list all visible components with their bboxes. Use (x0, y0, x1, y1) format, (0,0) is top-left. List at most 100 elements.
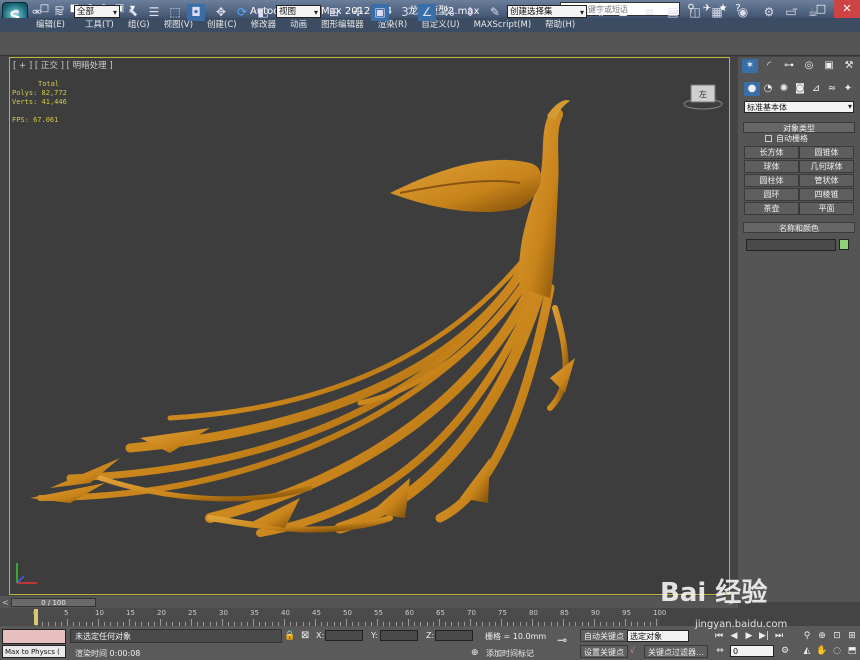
tube-button[interactable]: 管状体 (799, 174, 854, 187)
object-category-select[interactable]: 标准基本体 (744, 101, 854, 113)
play-icon[interactable]: ▶ (742, 630, 756, 643)
object-color-swatch[interactable] (839, 239, 849, 250)
viewcube-icon[interactable]: 左 (682, 80, 724, 110)
teapot-button[interactable]: 茶壶 (744, 202, 799, 215)
reference-coordinate-select[interactable]: 视图 (276, 5, 321, 19)
auto-key-button[interactable]: 自动关键点 (580, 629, 628, 642)
render-setup-icon[interactable]: ⚙ (760, 4, 778, 21)
named-selection-select[interactable]: 创建选择集 (507, 5, 587, 19)
zoom-extents-icon[interactable]: ⊡ (830, 630, 844, 643)
pyramid-button[interactable]: 四棱锥 (799, 188, 854, 201)
bind-space-warp-icon[interactable]: ≋ (50, 4, 68, 21)
space-warps-icon[interactable]: ≈ (824, 82, 840, 96)
object-name-input[interactable] (746, 239, 836, 251)
align-icon[interactable]: ⊏ (614, 4, 632, 21)
time-slider-thumb[interactable]: 0 / 100 (11, 598, 96, 607)
edit-named-selection-icon[interactable]: ✎ (486, 4, 504, 21)
cylinder-button[interactable]: 圆柱体 (744, 174, 799, 187)
selection-lock-icon[interactable]: 🔒 (284, 631, 295, 641)
go-to-start-icon[interactable]: ⏮ (712, 630, 726, 643)
menu-help[interactable]: 帮助(H) (545, 18, 575, 32)
maxscript-listener-mini[interactable] (2, 629, 66, 644)
close-button[interactable]: ✕ (834, 0, 860, 18)
z-coordinate-input[interactable] (435, 630, 473, 641)
key-mode-icon[interactable]: ⇔ (713, 645, 727, 658)
menu-tools[interactable]: 工具(T) (85, 18, 114, 32)
angle-snap-icon[interactable]: ∠ (418, 4, 436, 21)
systems-icon[interactable]: ✦ (840, 82, 856, 96)
render-icon[interactable]: ☕ (804, 4, 822, 21)
snaps-toggle-icon[interactable]: 3 (396, 4, 414, 21)
torus-button[interactable]: 圆环 (744, 188, 799, 201)
key-icon[interactable]: ⊸ (557, 633, 567, 647)
display-tab-icon[interactable]: ▣ (821, 59, 837, 73)
window-crossing-icon[interactable]: ◘ (187, 4, 205, 21)
absolute-mode-icon[interactable]: ⊠ (301, 630, 309, 641)
geometry-icon[interactable]: ● (744, 82, 760, 96)
key-filters-button[interactable]: 关键点过滤器... (644, 645, 708, 658)
previous-frame-icon[interactable]: ◀ (727, 630, 741, 643)
move-icon[interactable]: ✥ (212, 4, 230, 21)
cameras-icon[interactable]: ◙ (792, 82, 808, 96)
keyboard-shortcut-override-icon[interactable]: ▣ (371, 4, 389, 21)
unlink-icon[interactable]: ⚮ (28, 4, 46, 21)
name-color-rollout-header[interactable]: 名称和颜色 (743, 222, 855, 233)
go-to-end-icon[interactable]: ⏭ (772, 630, 786, 643)
zoom-all-icon[interactable]: ⊕ (815, 630, 829, 643)
layer-manager-icon[interactable]: ≡ (640, 4, 658, 21)
plane-button[interactable]: 平面 (799, 202, 854, 215)
scale-icon[interactable]: ◧ (254, 4, 272, 21)
set-key-button[interactable]: 设置关键点 (580, 645, 628, 658)
rectangular-selection-icon[interactable]: ⬚ (166, 4, 184, 21)
material-editor-icon[interactable]: ◉ (734, 4, 752, 21)
maxscript-mini-listener-output[interactable]: Max to Physcs ( (2, 645, 66, 658)
pivot-center-icon[interactable]: ⊞ (325, 4, 343, 21)
cone-button[interactable]: 圆锥体 (799, 146, 854, 159)
zoom-icon[interactable]: ⚲ (800, 630, 814, 643)
selected-object-select[interactable]: 选定对象 (627, 630, 689, 642)
select-and-manipulate-icon[interactable]: ✢ (349, 4, 367, 21)
graphite-ribbon-icon[interactable]: ▤ (664, 4, 682, 21)
key-tangent-icon[interactable]: √ (630, 646, 635, 655)
hierarchy-tab-icon[interactable]: ⊶ (781, 59, 797, 73)
maximize-viewport-icon[interactable]: ⬒ (845, 645, 859, 658)
mirror-icon[interactable]: ⫴ (592, 4, 610, 21)
percent-snap-icon[interactable]: % (440, 4, 458, 21)
box-button[interactable]: 长方体 (744, 146, 799, 159)
next-frame-icon[interactable]: ▶| (757, 630, 771, 643)
geosphere-button[interactable]: 几何球体 (799, 160, 854, 173)
motion-tab-icon[interactable]: ◎ (801, 59, 817, 73)
select-by-name-icon[interactable]: ☰ (145, 4, 163, 21)
curve-editor-icon[interactable]: ◫ (686, 4, 704, 21)
rotate-icon[interactable]: ⟳ (233, 4, 251, 21)
schematic-view-icon[interactable]: ▦ (708, 4, 726, 21)
modify-tab-icon[interactable]: ◜ (761, 59, 777, 73)
select-object-icon[interactable]: ⬉ (124, 4, 142, 21)
sphere-button[interactable]: 球体 (744, 160, 799, 173)
object-type-rollout-header[interactable]: 对象类型 (743, 122, 855, 133)
y-coordinate-input[interactable] (380, 630, 418, 641)
lights-icon[interactable]: ✺ (776, 82, 792, 96)
link-icon[interactable]: ⚭ (7, 4, 25, 21)
field-of-view-icon[interactable]: ◭ (800, 645, 814, 658)
menu-animation[interactable]: 动画 (290, 18, 307, 32)
viewport-front[interactable]: [ + ] [ 正交 ] [ 明暗处理 ] Total Polys: 82,77… (9, 57, 730, 595)
pan-view-icon[interactable]: ✋ (815, 645, 829, 658)
selection-filter-select[interactable]: 全部 (74, 5, 120, 19)
helpers-icon[interactable]: ⊿ (808, 82, 824, 96)
shapes-icon[interactable]: ◔ (760, 82, 776, 96)
current-frame-input[interactable]: 0 (730, 645, 774, 657)
spinner-snap-icon[interactable]: ⇕ (461, 4, 479, 21)
x-coordinate-input[interactable] (325, 630, 363, 641)
time-configuration-icon[interactable]: ⚙ (778, 645, 792, 658)
track-bar[interactable]: 0510152025303540455055606570758085909510… (0, 608, 666, 626)
phoenix-model[interactable] (10, 58, 731, 596)
time-slider-prev-icon[interactable]: < (2, 598, 9, 607)
render-frame-icon[interactable]: ▭ (782, 4, 800, 21)
zoom-extents-all-icon[interactable]: ⊞ (845, 630, 859, 643)
create-tab-icon[interactable]: ✶ (742, 59, 758, 73)
add-time-tag-text[interactable]: 添加时间标记 (486, 648, 534, 659)
orbit-icon[interactable]: ◌ (830, 645, 844, 658)
viewport-label[interactable]: [ + ] [ 正交 ] [ 明暗处理 ] (13, 59, 113, 71)
auto-grid-checkbox[interactable] (765, 135, 772, 142)
